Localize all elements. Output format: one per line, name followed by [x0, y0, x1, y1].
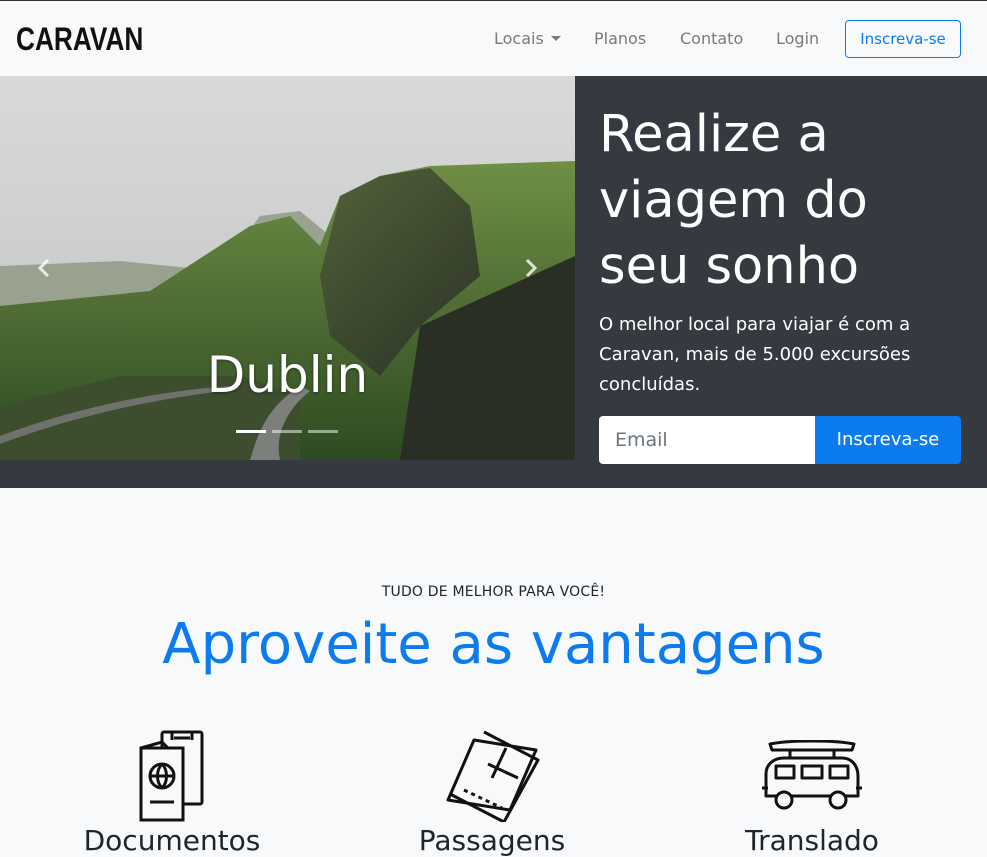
- carousel-caption: Dublin: [206, 346, 369, 404]
- nav-contato[interactable]: Contato: [680, 29, 743, 48]
- carousel-indicator-1[interactable]: [236, 430, 266, 433]
- carousel-indicator-3[interactable]: [308, 430, 338, 433]
- carousel-next-icon[interactable]: [521, 256, 541, 280]
- features-title: Aproveite as vantagens: [162, 612, 825, 677]
- nav-login[interactable]: Login: [776, 29, 819, 48]
- tickets-icon: [446, 730, 540, 822]
- navbar: CARAVAN Locais Planos Contato Login Insc…: [0, 0, 987, 76]
- carousel-prev-icon[interactable]: [34, 256, 54, 280]
- nav-locais-dropdown[interactable]: Locais: [494, 29, 561, 48]
- hero-title: Realize a viagem do seu sonho: [599, 105, 868, 296]
- chevron-down-icon: [550, 36, 561, 41]
- hero-section: Dublin Realize a viagem do seu sonho O m…: [0, 76, 987, 488]
- feature-label-translado: Translado: [745, 824, 879, 857]
- email-input[interactable]: [599, 416, 815, 464]
- hero-text: O melhor local para viajar é com a Carav…: [599, 314, 911, 395]
- feature-label-documentos: Documentos: [83, 824, 261, 857]
- van-icon: [762, 740, 862, 810]
- nav-planos[interactable]: Planos: [594, 29, 646, 48]
- carousel-indicator-2[interactable]: [272, 430, 302, 433]
- passport-icon: [139, 730, 204, 822]
- brand-logo[interactable]: CARAVAN: [16, 21, 143, 58]
- image-carousel[interactable]: Dublin: [0, 76, 575, 460]
- nav-locais-label: Locais: [494, 29, 544, 48]
- signup-submit-button[interactable]: Inscreva-se: [815, 416, 961, 464]
- signup-nav-button[interactable]: Inscreva-se: [845, 20, 961, 58]
- features-eyebrow: TUDO DE MELHOR PARA VOCÊ!: [381, 584, 606, 600]
- feature-label-passagens: Passagens: [418, 824, 566, 857]
